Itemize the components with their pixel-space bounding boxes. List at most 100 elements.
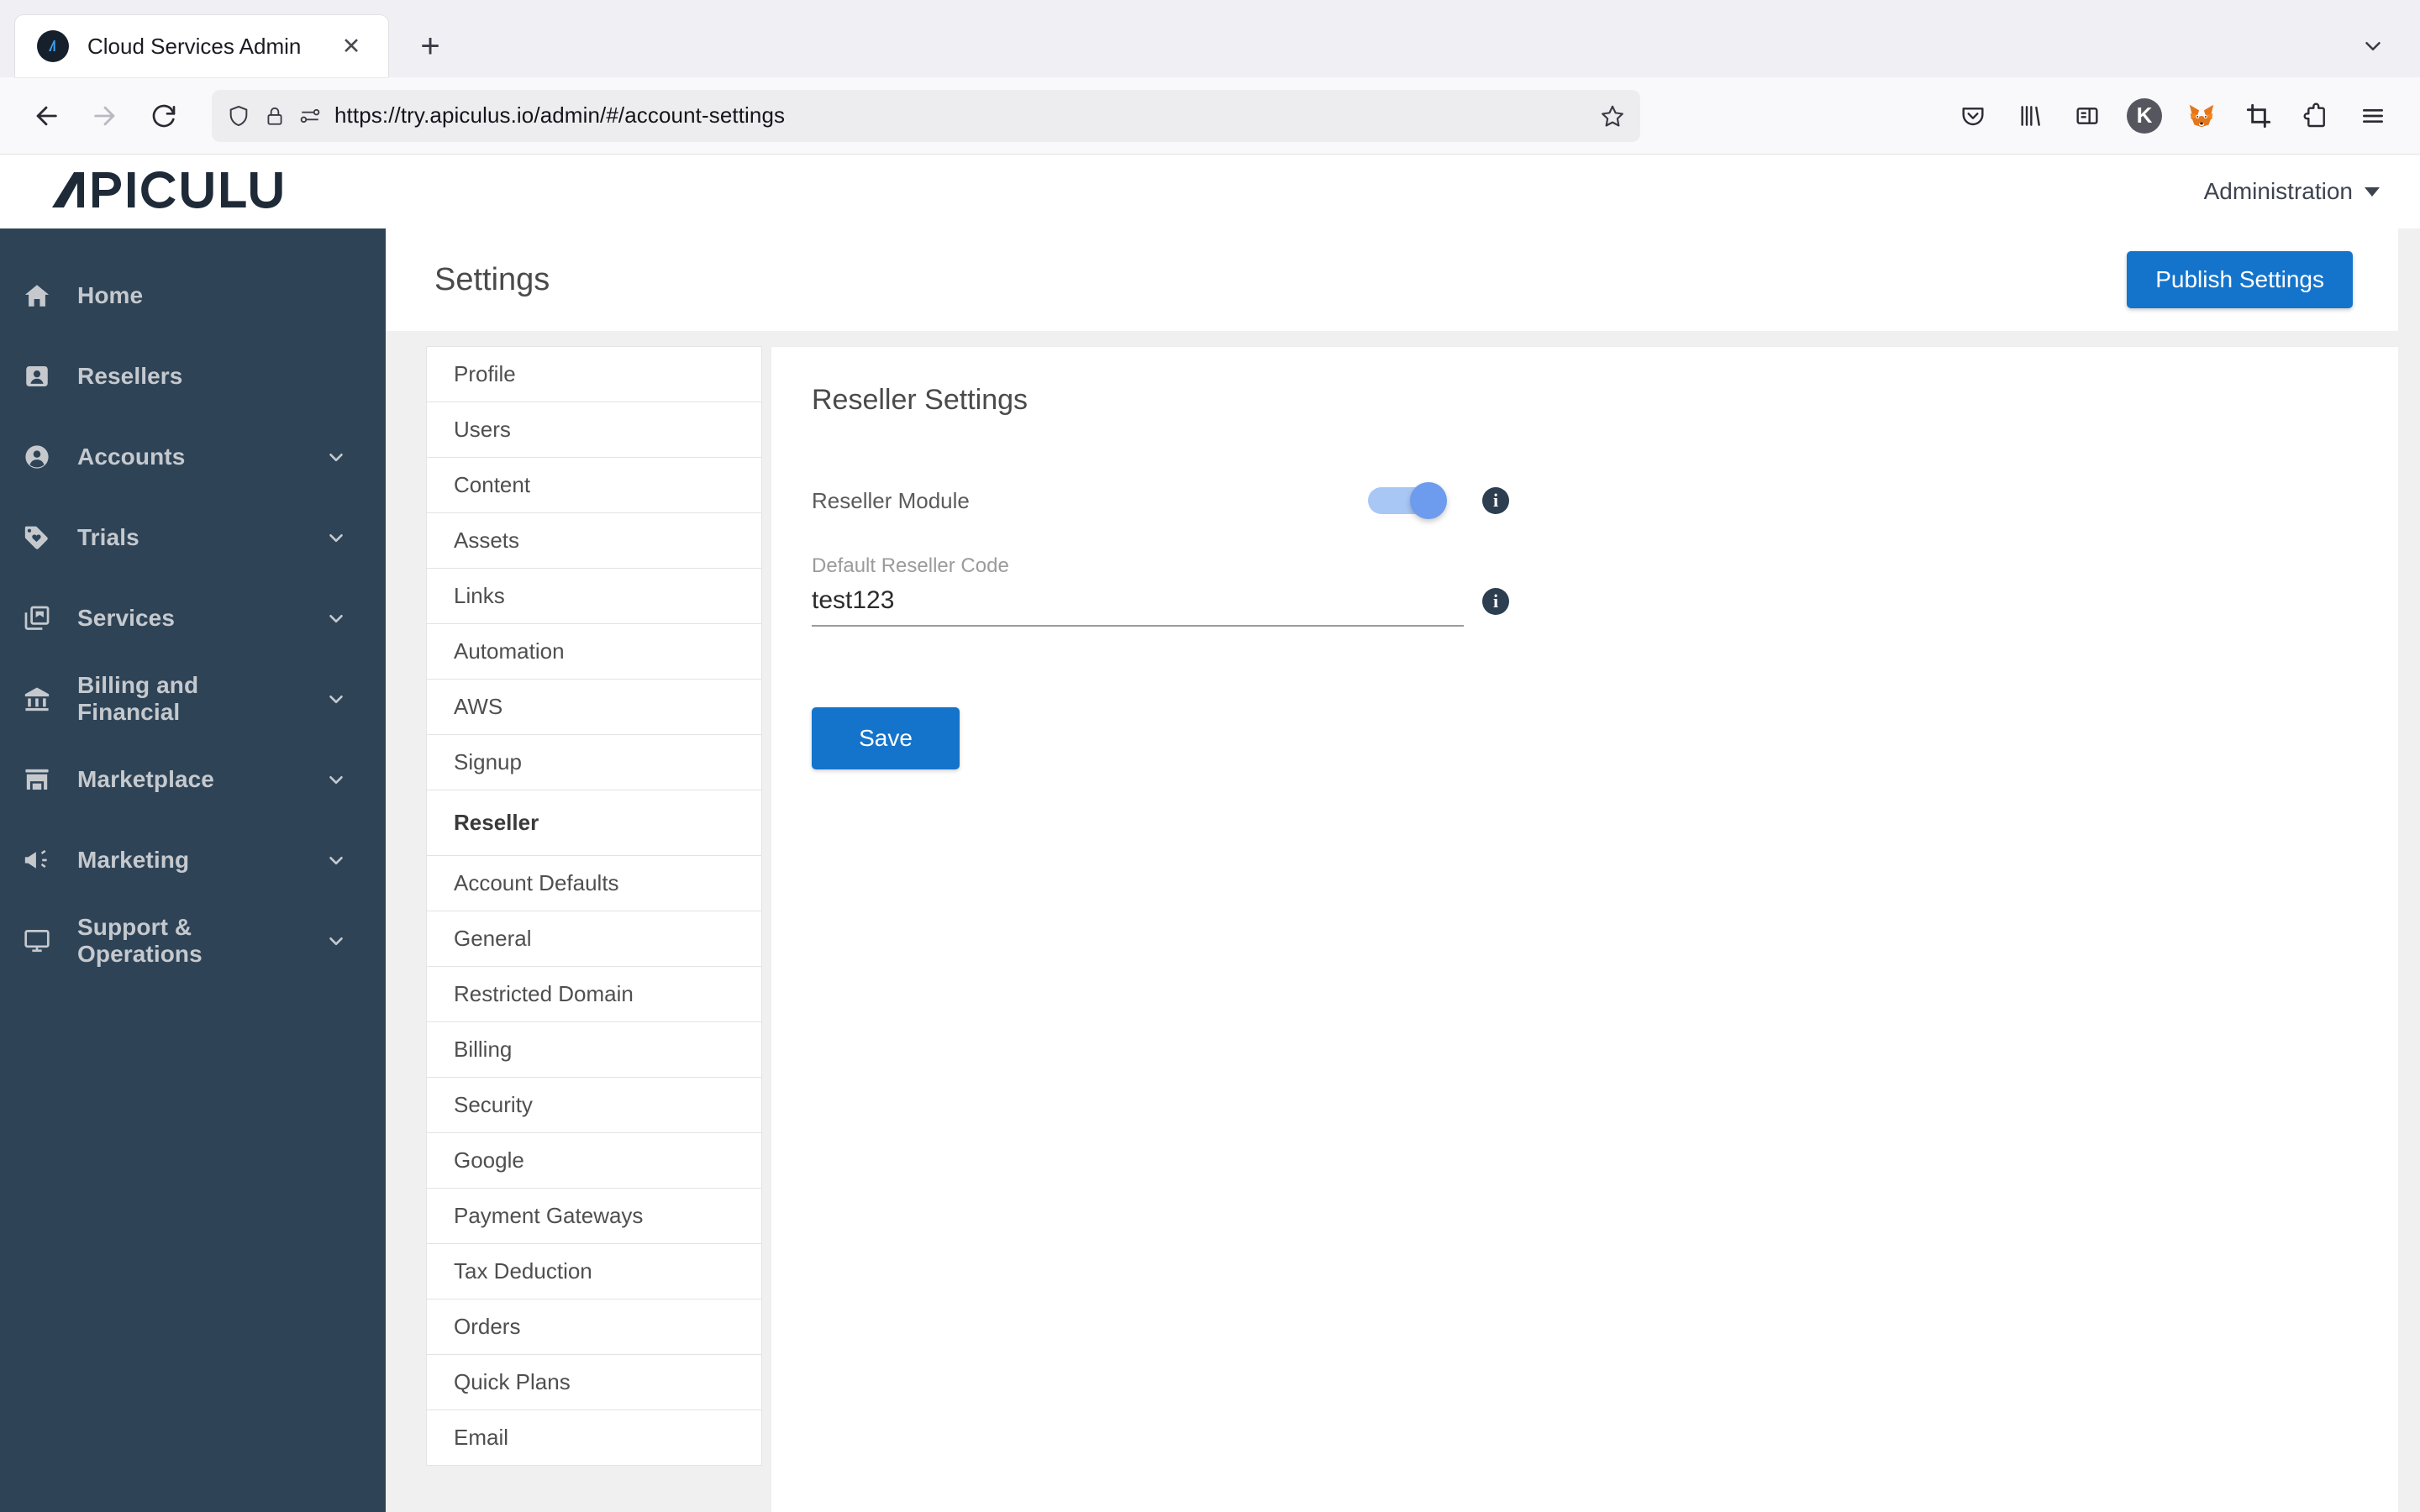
sidebar-item-label: Marketplace — [77, 766, 214, 792]
library-icon[interactable] — [2003, 89, 2057, 143]
sidebar-item-label: Services — [77, 605, 176, 631]
home-icon — [18, 281, 55, 310]
sidebar: Home Resellers Accounts Trials Services … — [0, 228, 386, 1512]
settings-tab-account-defaults[interactable]: Account Defaults — [427, 856, 761, 911]
settings-tab-tax-deduction[interactable]: Tax Deduction — [427, 1244, 761, 1299]
chevron-down-icon[interactable] — [324, 446, 349, 468]
user-card-icon — [18, 362, 55, 391]
settings-tab-links[interactable]: Links — [427, 569, 761, 624]
browser-toolbar-actions: K — [1946, 89, 2400, 143]
browser-tab[interactable]: Cloud Services Admin ✕ — [15, 15, 388, 77]
sidebar-item-support-and-operations[interactable]: Support & Operations — [0, 900, 386, 981]
chevron-down-icon[interactable] — [324, 769, 349, 790]
pocket-icon[interactable] — [1946, 89, 2000, 143]
settings-tab-assets[interactable]: Assets — [427, 513, 761, 569]
megaphone-icon — [18, 846, 55, 874]
toggle-thumb — [1410, 482, 1447, 519]
settings-tab-reseller[interactable]: Reseller — [427, 790, 761, 856]
chevron-down-icon[interactable] — [324, 527, 349, 549]
tab-strip: Cloud Services Admin ✕ + — [0, 0, 2420, 77]
account-menu[interactable]: Administration — [2204, 178, 2380, 205]
new-tab-button[interactable]: + — [407, 23, 454, 70]
app-header: Administration — [0, 155, 2420, 228]
permissions-icon[interactable] — [299, 105, 321, 127]
settings-tab-general[interactable]: General — [427, 911, 761, 967]
sidebar-item-trials[interactable]: Trials — [0, 497, 386, 578]
apiculus-logo[interactable] — [52, 169, 291, 214]
settings-tab-list: Profile Users Content Assets Links Automation… — [426, 346, 762, 1466]
sidebar-item-label: Support & Operations — [77, 914, 203, 967]
info-icon[interactable]: i — [1482, 588, 1509, 615]
reload-icon[interactable] — [138, 90, 190, 142]
settings-tab-email[interactable]: Email — [427, 1410, 761, 1466]
sidebar-item-billing-and-financial[interactable]: Billing and Financial — [0, 659, 386, 739]
sidebar-item-resellers[interactable]: Resellers — [0, 336, 386, 417]
browser-window: Cloud Services Admin ✕ + https://try.api… — [0, 0, 2420, 1512]
reseller-module-toggle[interactable] — [1368, 482, 1447, 519]
sidebar-item-label: Accounts — [77, 444, 186, 470]
sidebar-item-label: Marketing — [77, 847, 190, 873]
settings-body: Profile Users Content Assets Links Automation… — [386, 331, 2398, 1512]
extensions-icon[interactable] — [2289, 89, 2343, 143]
chevron-down-icon[interactable] — [324, 688, 349, 710]
settings-tab-quick-plans[interactable]: Quick Plans — [427, 1355, 761, 1410]
settings-panel: Reseller Settings Reseller Module i Defa… — [771, 346, 2398, 1512]
account-menu-label: Administration — [2203, 178, 2353, 204]
lock-icon[interactable] — [264, 105, 286, 127]
shield-icon[interactable] — [227, 104, 250, 128]
main-content: Settings Publish Settings Profile Users Co… — [386, 228, 2420, 1512]
keepass-icon[interactable]: K — [2118, 89, 2171, 143]
app-body: Home Resellers Accounts Trials Services … — [0, 228, 2420, 1512]
star-icon[interactable] — [1600, 103, 1625, 129]
settings-tab-content[interactable]: Content — [427, 458, 761, 513]
sidebar-icon[interactable] — [2060, 89, 2114, 143]
settings-tab-restricted-domain[interactable]: Restricted Domain — [427, 967, 761, 1022]
back-icon[interactable] — [20, 90, 72, 142]
settings-tab-security[interactable]: Security — [427, 1078, 761, 1133]
navigation-toolbar: https://try.apiculus.io/admin/#/account-… — [0, 77, 2420, 155]
save-button[interactable]: Save — [812, 707, 960, 769]
settings-tab-users[interactable]: Users — [427, 402, 761, 458]
account-circle-icon — [18, 443, 55, 471]
settings-tab-payment-gateways[interactable]: Payment Gateways — [427, 1189, 761, 1244]
url-text[interactable]: https://try.apiculus.io/admin/#/account-… — [334, 102, 1586, 129]
settings-tab-orders[interactable]: Orders — [427, 1299, 761, 1355]
chevron-down-icon[interactable] — [2349, 23, 2396, 70]
apiculus-logo-icon — [37, 30, 69, 62]
sidebar-item-label: Home — [77, 282, 144, 308]
sidebar-item-marketplace[interactable]: Marketplace — [0, 739, 386, 820]
chevron-down-icon — [2365, 186, 2380, 197]
sidebar-item-home[interactable]: Home — [0, 255, 386, 336]
default-reseller-code-input[interactable] — [812, 583, 1464, 627]
chevron-down-icon[interactable] — [324, 607, 349, 629]
tab-title: Cloud Services Admin — [87, 33, 302, 59]
chevron-down-icon[interactable] — [324, 930, 349, 952]
chevron-down-icon[interactable] — [324, 849, 349, 871]
menu-icon[interactable] — [2346, 89, 2400, 143]
url-bar[interactable]: https://try.apiculus.io/admin/#/account-… — [212, 89, 1640, 142]
sidebar-item-label: Trials — [77, 524, 139, 550]
sidebar-item-accounts[interactable]: Accounts — [0, 417, 386, 497]
monitor-icon — [18, 927, 55, 955]
forward-icon[interactable] — [79, 90, 131, 142]
settings-tab-automation[interactable]: Automation — [427, 624, 761, 680]
info-icon[interactable]: i — [1482, 487, 1509, 514]
storefront-icon — [18, 765, 55, 794]
screenshot-icon[interactable] — [2232, 89, 2286, 143]
settings-tab-aws[interactable]: AWS — [427, 680, 761, 735]
publish-settings-button[interactable]: Publish Settings — [2127, 251, 2353, 308]
page-title: Settings — [434, 261, 550, 297]
settings-tab-google[interactable]: Google — [427, 1133, 761, 1189]
settings-header: Settings Publish Settings — [386, 228, 2398, 331]
settings-tab-billing[interactable]: Billing — [427, 1022, 761, 1078]
close-icon[interactable]: ✕ — [336, 31, 366, 61]
metamask-icon[interactable] — [2175, 89, 2228, 143]
sidebar-item-label: Resellers — [77, 363, 183, 389]
settings-tab-signup[interactable]: Signup — [427, 735, 761, 790]
sidebar-item-services[interactable]: Services — [0, 578, 386, 659]
keepass-letter: K — [2127, 97, 2162, 134]
reseller-module-row: Reseller Module i — [812, 482, 1509, 519]
default-reseller-code-label: Default Reseller Code — [812, 554, 1009, 577]
settings-tab-profile[interactable]: Profile — [427, 347, 761, 402]
sidebar-item-marketing[interactable]: Marketing — [0, 820, 386, 900]
